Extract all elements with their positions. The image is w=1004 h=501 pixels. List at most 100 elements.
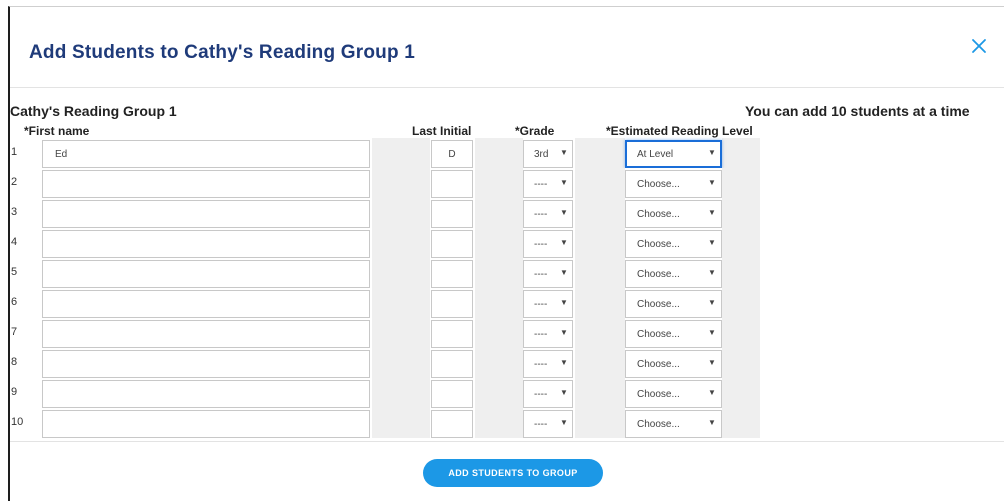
table-row: 3 ---- ▼ Choose... ▼: [10, 198, 760, 228]
group-name: Cathy's Reading Group 1: [10, 103, 177, 119]
reading-level-select[interactable]: Choose... ▼: [625, 170, 722, 198]
close-icon[interactable]: [968, 35, 990, 57]
last-initial-input[interactable]: [431, 320, 473, 348]
cell-gap: [722, 168, 760, 198]
table-row: 10 ---- ▼ Choose... ▼: [10, 408, 760, 438]
grade-value: ----: [534, 179, 548, 190]
table-row: 6 ---- ▼ Choose... ▼: [10, 288, 760, 318]
row-number: 6: [11, 296, 18, 308]
table-row: 5 ---- ▼ Choose... ▼: [10, 258, 760, 288]
reading-level-select[interactable]: Choose... ▼: [625, 350, 722, 378]
last-initial-input[interactable]: [431, 140, 473, 168]
caret-down-icon: ▼: [560, 268, 568, 277]
row-number: 10: [11, 416, 24, 428]
reading-level-select[interactable]: Choose... ▼: [625, 230, 722, 258]
cell-gap: [372, 318, 430, 348]
cell-gap: [475, 198, 523, 228]
grade-value: ----: [534, 389, 548, 400]
last-initial-input[interactable]: [431, 410, 473, 438]
table-row: 7 ---- ▼ Choose... ▼: [10, 318, 760, 348]
last-initial-input[interactable]: [431, 260, 473, 288]
cell-gap: [475, 378, 523, 408]
row-number: 7: [11, 326, 18, 338]
grade-select[interactable]: ---- ▼: [523, 260, 573, 288]
reading-level-select[interactable]: Choose... ▼: [625, 200, 722, 228]
row-number: 4: [11, 236, 18, 248]
cell-gap: [722, 348, 760, 378]
first-name-input[interactable]: [42, 290, 370, 318]
cell-gap: [372, 228, 430, 258]
cell-gap: [575, 138, 625, 168]
grade-select[interactable]: ---- ▼: [523, 320, 573, 348]
grade-select[interactable]: ---- ▼: [523, 170, 573, 198]
grade-value: ----: [534, 359, 548, 370]
first-name-input[interactable]: [42, 410, 370, 438]
cell-gap: [722, 198, 760, 228]
first-name-input[interactable]: [42, 200, 370, 228]
cell-gap: [722, 138, 760, 168]
last-initial-input[interactable]: [431, 350, 473, 378]
cell-gap: [575, 378, 625, 408]
grade-select[interactable]: ---- ▼: [523, 200, 573, 228]
first-name-input[interactable]: [42, 230, 370, 258]
cell-gap: [722, 408, 760, 438]
reading-level-select[interactable]: Choose... ▼: [625, 320, 722, 348]
last-initial-input[interactable]: [431, 230, 473, 258]
caret-down-icon: ▼: [560, 418, 568, 427]
cell-gap: [475, 228, 523, 258]
caret-down-icon: ▼: [560, 178, 568, 187]
grade-select[interactable]: ---- ▼: [523, 290, 573, 318]
cell-gap: [575, 258, 625, 288]
caret-down-icon: ▼: [560, 358, 568, 367]
grade-select[interactable]: ---- ▼: [523, 230, 573, 258]
reading-level-select[interactable]: At Level ▼: [625, 140, 722, 168]
first-name-input[interactable]: [42, 350, 370, 378]
reading-level-select[interactable]: Choose... ▼: [625, 410, 722, 438]
grade-value: ----: [534, 299, 548, 310]
row-number: 5: [11, 266, 18, 278]
first-name-input[interactable]: [42, 320, 370, 348]
cell-gap: [575, 408, 625, 438]
reading-level-select[interactable]: Choose... ▼: [625, 290, 722, 318]
cell-gap: [575, 228, 625, 258]
table-row: 2 ---- ▼ Choose... ▼: [10, 168, 760, 198]
cell-gap: [722, 228, 760, 258]
last-initial-input[interactable]: [431, 380, 473, 408]
reading-level-value: Choose...: [637, 329, 680, 340]
grade-select[interactable]: ---- ▼: [523, 380, 573, 408]
cell-gap: [475, 138, 523, 168]
cell-gap: [372, 258, 430, 288]
first-name-input[interactable]: [42, 170, 370, 198]
row-number: 8: [11, 356, 18, 368]
add-students-button[interactable]: ADD STUDENTS TO GROUP: [423, 459, 603, 487]
cell-gap: [575, 168, 625, 198]
first-name-input[interactable]: [42, 140, 370, 168]
table-row: 4 ---- ▼ Choose... ▼: [10, 228, 760, 258]
last-initial-input[interactable]: [431, 200, 473, 228]
grade-select[interactable]: ---- ▼: [523, 410, 573, 438]
last-initial-input[interactable]: [431, 170, 473, 198]
grade-select[interactable]: ---- ▼: [523, 350, 573, 378]
table-row: 1 3rd ▼ At Level ▼: [10, 138, 760, 168]
table-row: 9 ---- ▼ Choose... ▼: [10, 378, 760, 408]
cell-gap: [575, 288, 625, 318]
caret-down-icon: ▼: [560, 328, 568, 337]
reading-level-value: Choose...: [637, 389, 680, 400]
reading-level-value: At Level: [637, 149, 674, 160]
cell-gap: [575, 318, 625, 348]
first-name-input[interactable]: [42, 380, 370, 408]
cell-gap: [575, 198, 625, 228]
reading-level-select[interactable]: Choose... ▼: [625, 260, 722, 288]
caret-down-icon: ▼: [708, 358, 716, 367]
reading-level-select[interactable]: Choose... ▼: [625, 380, 722, 408]
caret-down-icon: ▼: [708, 208, 716, 217]
table-row: 8 ---- ▼ Choose... ▼: [10, 348, 760, 378]
grade-value: ----: [534, 239, 548, 250]
cell-gap: [475, 408, 523, 438]
caret-down-icon: ▼: [708, 298, 716, 307]
cell-gap: [722, 318, 760, 348]
first-name-input[interactable]: [42, 260, 370, 288]
last-initial-input[interactable]: [431, 290, 473, 318]
caret-down-icon: ▼: [708, 178, 716, 187]
grade-select[interactable]: 3rd ▼: [523, 140, 573, 168]
